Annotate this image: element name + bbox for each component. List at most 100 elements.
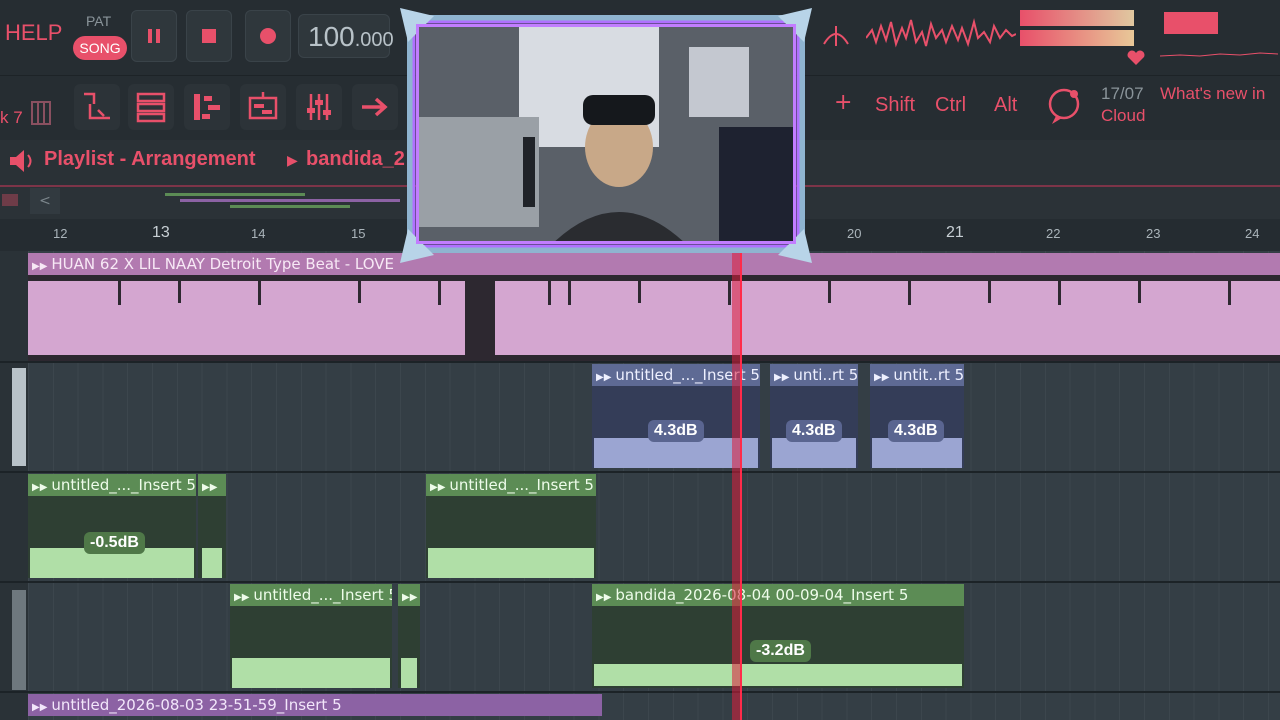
waveform: [28, 275, 1280, 361]
webcam-scene: [419, 27, 793, 241]
clip-name: untit..rt 5: [893, 366, 964, 384]
gain-label: -0.5dB: [84, 532, 145, 554]
playlist-icon: [248, 92, 278, 120]
clip-name: unti..rt 5: [793, 366, 858, 384]
vocal-clip[interactable]: ▶▶: [198, 474, 226, 578]
help-menu[interactable]: HELP: [5, 20, 62, 46]
bar-number: 15: [351, 226, 366, 241]
vocal-clip[interactable]: ▶▶ bandida_2026-08-04 00-09-04_Insert 5 -…: [592, 584, 964, 688]
bar-number: 13: [152, 224, 170, 241]
clip-arrow-icon: ▶▶: [402, 592, 418, 603]
bar-number: 12: [53, 226, 68, 241]
clip-arrow-icon: ▶▶: [596, 372, 612, 383]
overview-clip-bar: [230, 205, 350, 208]
clip-name: untitled_..._Insert 5: [253, 586, 392, 604]
clip-name: untitled_..._Insert 5: [51, 476, 196, 494]
overview-clip-bar: [180, 199, 400, 202]
clip-name: untitled_..._Insert 5: [449, 476, 594, 494]
clip-arrow-icon: ▶▶: [32, 702, 48, 713]
track-handle[interactable]: [12, 590, 26, 690]
vocal-clip[interactable]: ▶▶ untit..rt 5 4.3dB: [870, 364, 964, 468]
record-icon: [260, 28, 276, 44]
clip-name: bandida_2026-08-04 00-09-04_Insert 5: [615, 586, 909, 604]
piano-icon[interactable]: [30, 100, 52, 126]
news-bubble-icon[interactable]: [1044, 86, 1084, 126]
channel-rack-button[interactable]: [128, 84, 174, 130]
vocal-clip[interactable]: ▶▶ untitled_..._Insert 5 -0.5dB: [28, 474, 196, 578]
playhead[interactable]: [740, 251, 742, 720]
clip-arrow-icon: ▶▶: [234, 592, 250, 603]
gain-label: 4.3dB: [786, 420, 842, 442]
gain-label: 4.3dB: [648, 420, 704, 442]
bar-number: 14: [251, 226, 266, 241]
vocal-clip[interactable]: ▶▶: [398, 584, 420, 688]
webcam-overlay: [400, 8, 812, 263]
news-date: 17/07: [1101, 84, 1144, 103]
playlist-title: Playlist - Arrangement: [44, 148, 256, 170]
news-headline-line2[interactable]: Cloud: [1101, 106, 1145, 126]
piano-roll-icon: [194, 94, 220, 120]
track-divider: [0, 361, 1280, 363]
clip-name: untitled_2026-08-03 23-51-59_Insert 5: [51, 696, 342, 714]
clip-title: ▶▶ bandida_2026-08-04 00-09-04_Insert 5: [592, 584, 964, 606]
clip-arrow-icon: ▶▶: [202, 482, 218, 493]
bar-number: 22: [1046, 226, 1061, 241]
track-scroll-handle[interactable]: [12, 368, 26, 466]
song-mode-button[interactable]: SONG: [73, 36, 127, 60]
bar-number: 24: [1245, 226, 1260, 241]
breadcrumb-separator-icon: ▶: [287, 153, 298, 169]
bar-number: 21: [946, 224, 964, 241]
waveform: [426, 496, 596, 578]
clip-arrow-icon: ▶▶: [596, 592, 612, 603]
track-divider: [0, 471, 1280, 473]
overview-clip-bar: [165, 193, 305, 196]
alt-key-button[interactable]: Alt: [988, 88, 1023, 123]
tempo-display[interactable]: 100.000: [298, 14, 394, 58]
piano-roll-button[interactable]: [184, 84, 230, 130]
clip-title: ▶▶: [198, 474, 226, 496]
metronome-icon[interactable]: [816, 16, 856, 56]
mixer-button[interactable]: [296, 84, 342, 130]
shift-key-button[interactable]: Shift: [869, 88, 921, 123]
pause-button[interactable]: [131, 10, 177, 62]
clip-arrow-icon: ▶▶: [874, 372, 890, 383]
track-menu-icon[interactable]: [0, 190, 20, 210]
ctrl-key-button[interactable]: Ctrl: [929, 88, 972, 123]
track-divider: [0, 581, 1280, 583]
speaker-icon[interactable]: [8, 148, 36, 174]
playlist-button[interactable]: [240, 84, 286, 130]
clip-title: ▶▶ untitled_..._Insert 5: [230, 584, 392, 606]
playlist-breadcrumb[interactable]: bandida_2: [306, 148, 405, 171]
snap-icon: [84, 92, 110, 120]
waveform: [398, 606, 420, 688]
gain-label: -3.2dB: [750, 640, 811, 662]
heart-icon: [1127, 50, 1145, 65]
vocal-clip[interactable]: ▶▶ untitled_..._Insert 5: [230, 584, 392, 688]
mixer-icon: [307, 94, 331, 120]
beat-audio-clip[interactable]: ▶▶ HUAN 62 X LIL NAAY Detroit Type Beat -…: [28, 253, 1280, 361]
vocal-clip[interactable]: ▶▶ unti..rt 5 4.3dB: [770, 364, 858, 468]
volume-meter-right: [1020, 30, 1134, 46]
pattern-mode-label[interactable]: PAT: [86, 13, 111, 29]
tempo-decimal: .000: [354, 29, 394, 51]
channel-label: k 7: [0, 108, 23, 127]
vocal-clip[interactable]: ▶▶ untitled_..._Insert 5: [426, 474, 596, 578]
snap-tool-button[interactable]: [74, 84, 120, 130]
cpu-meter: [1164, 12, 1218, 34]
clip-arrow-icon: ▶▶: [430, 482, 446, 493]
stop-button[interactable]: [186, 10, 232, 62]
stop-icon: [202, 29, 216, 43]
oscilloscope-display: [866, 18, 1016, 48]
record-button[interactable]: [245, 10, 291, 62]
scroll-left-button[interactable]: <: [30, 188, 60, 214]
clip-title: ▶▶ untit..rt 5: [870, 364, 964, 386]
browser-button[interactable]: [352, 84, 398, 130]
arrow-right-icon: [362, 97, 388, 117]
clip-arrow-icon: ▶▶: [32, 482, 48, 493]
news-headline[interactable]: What's new in: [1160, 84, 1265, 104]
add-button[interactable]: +: [834, 90, 852, 115]
vocal-clip[interactable]: ▶▶ untitled_2026-08-03 23-51-59_Insert 5: [28, 694, 602, 720]
clip-title: ▶▶: [398, 584, 420, 606]
webcam-video: [416, 24, 796, 244]
bar-number: 20: [847, 226, 862, 241]
